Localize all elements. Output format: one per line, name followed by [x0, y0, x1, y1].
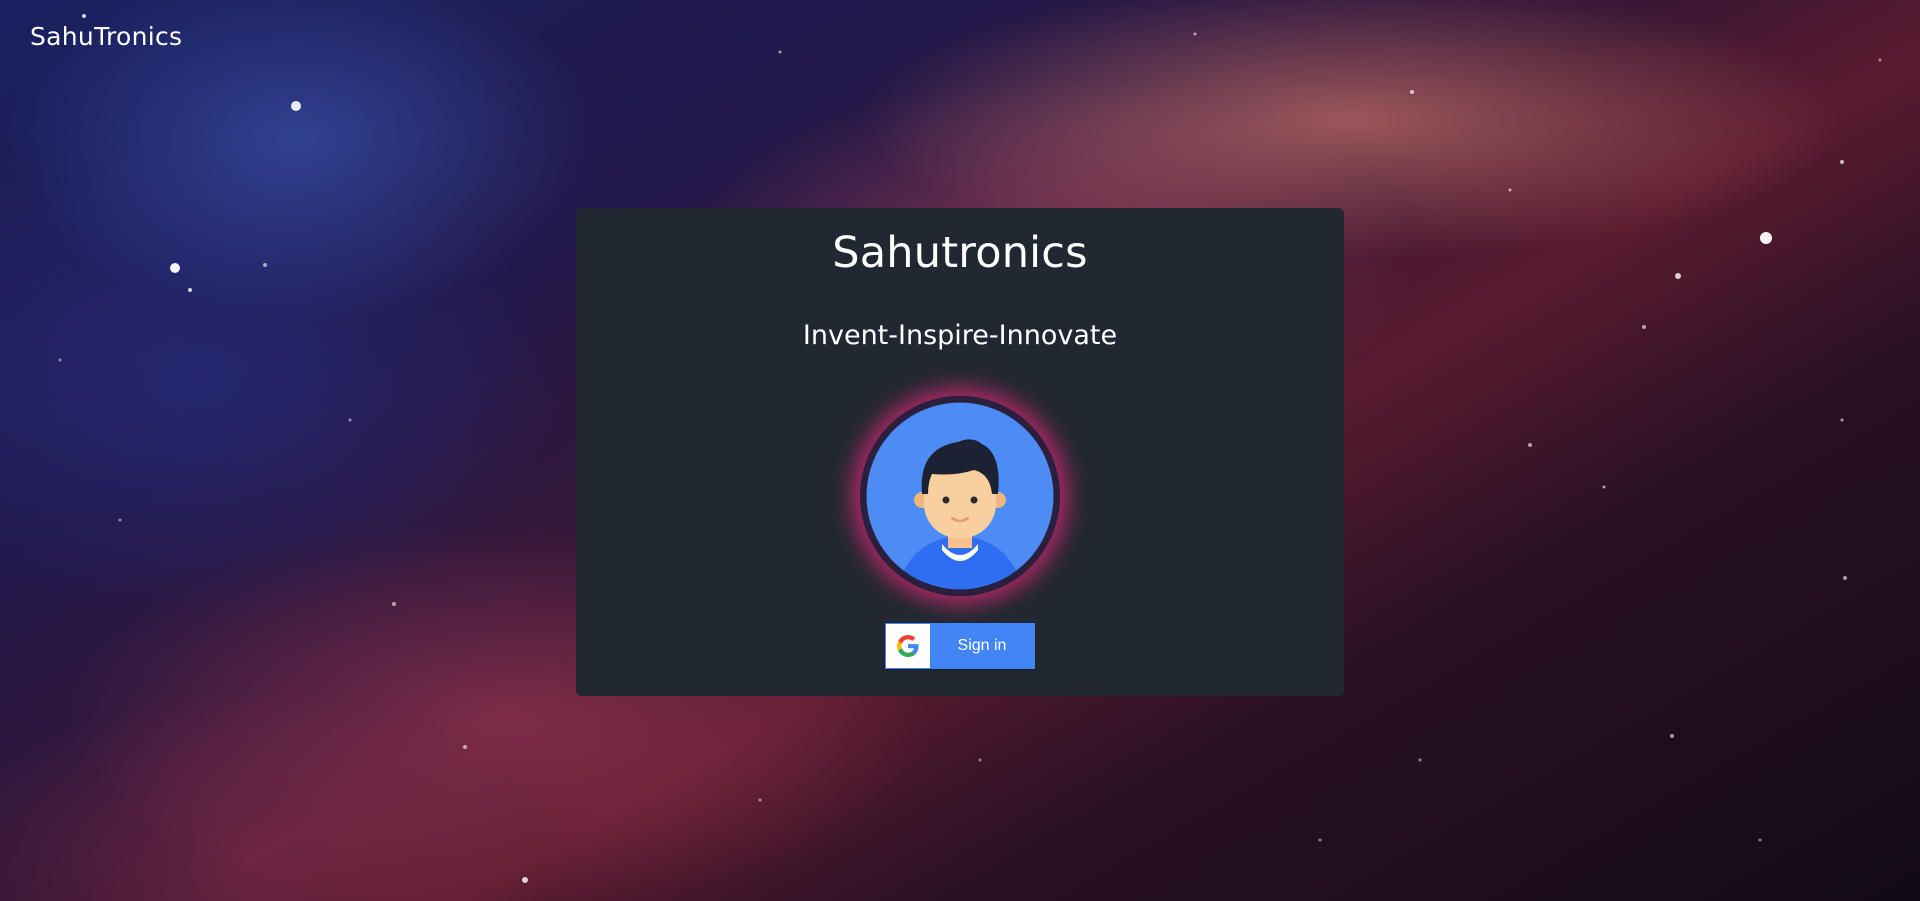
signin-label: Sign in	[957, 637, 1007, 654]
card-tagline: Invent-Inspire-Innovate	[802, 320, 1118, 351]
login-card: Sahutronics Invent-Inspire-Innovate Sign…	[576, 208, 1344, 696]
google-signin-button[interactable]: Sign in	[885, 623, 1035, 669]
google-icon-box	[886, 624, 930, 668]
navbar-brand-link[interactable]: SahuTronics	[30, 22, 182, 51]
google-g-icon	[897, 635, 919, 657]
avatar	[860, 396, 1060, 596]
card-title: Sahutronics	[832, 228, 1088, 278]
user-avatar-icon	[860, 396, 1060, 596]
